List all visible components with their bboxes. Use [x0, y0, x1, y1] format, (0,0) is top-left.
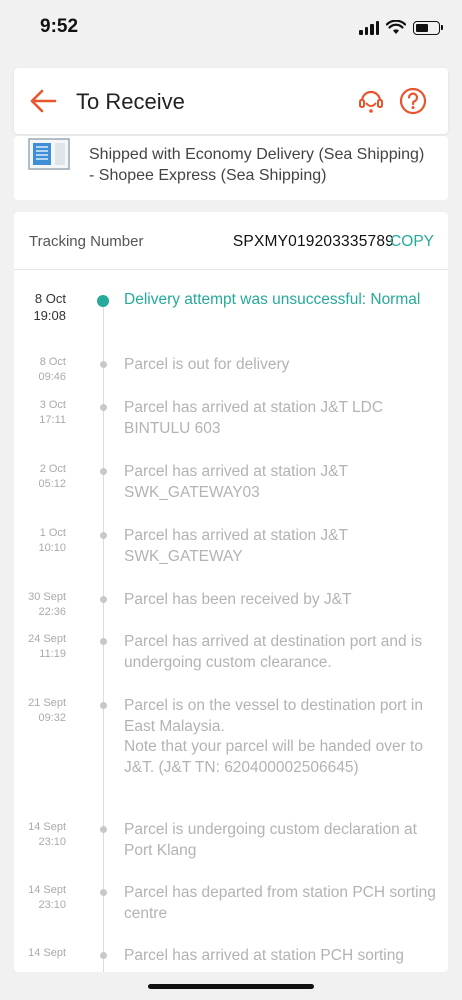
status-time: 9:52: [40, 16, 79, 37]
tracking-timeline: 8 Oct 19:08 Delivery attempt was unsucces…: [14, 270, 448, 972]
tracking-number-value: SPXMY019203335789: [232, 233, 394, 250]
event-date: 8 Oct 19:08: [33, 291, 66, 323]
package-icon: [28, 138, 70, 170]
event-date: 14 Sept: [28, 947, 66, 959]
timeline-dot: [100, 468, 107, 475]
help-icon[interactable]: [398, 86, 428, 116]
event-text: Parcel has arrived at station J&T SWK_GA…: [124, 463, 348, 501]
tracking-card: Tracking Number SPXMY019203335789 COPY 8…: [14, 212, 448, 972]
tracking-number-row: Tracking Number SPXMY019203335789 COPY: [14, 212, 448, 270]
timeline-dot: [100, 596, 107, 603]
event-date: 21 Sept 09:32: [28, 697, 66, 724]
back-arrow-icon[interactable]: [28, 86, 58, 116]
timeline-dot: [100, 952, 107, 959]
event-date: 14 Sept 23:10: [28, 884, 66, 911]
event-date: 30 Sept 22:36: [28, 591, 66, 618]
timeline-dot: [100, 826, 107, 833]
event-text: Parcel has arrived at station PCH sortin…: [124, 947, 404, 964]
event-date: 2 Oct 05:12: [38, 463, 66, 490]
wifi-icon: [386, 20, 406, 34]
timeline-dot: [97, 295, 109, 307]
event-text: Parcel is out for delivery: [124, 356, 290, 373]
timeline-dot: [100, 404, 107, 411]
event-text: Delivery attempt was unsuccessful: Norma…: [124, 291, 421, 308]
event-date: 1 Oct 10:10: [38, 527, 66, 554]
timeline-line: [103, 298, 104, 972]
event-date: 24 Sept 11:19: [28, 633, 66, 660]
event-date: 14 Sept 23:10: [28, 821, 66, 848]
shipping-description: Shipped with Economy Delivery (Sea Shipp…: [89, 146, 425, 184]
timeline-dot: [100, 638, 107, 645]
event-text: Parcel has departed from station PCH sor…: [124, 884, 436, 922]
customer-support-icon[interactable]: [356, 86, 386, 116]
event-date: 8 Oct 09:46: [38, 356, 66, 383]
status-icons: [359, 20, 443, 35]
battery-icon: [413, 20, 443, 35]
timeline-dot: [100, 361, 107, 368]
event-text: Parcel is on the vessel to destination p…: [124, 697, 423, 776]
page-header: To Receive: [14, 68, 448, 134]
timeline-dot: [100, 532, 107, 539]
event-date: 3 Oct 17:11: [39, 399, 66, 426]
home-indicator[interactable]: [148, 984, 314, 989]
timeline-dot: [100, 889, 107, 896]
event-text: Parcel has been received by J&T: [124, 591, 352, 608]
event-text: Parcel has arrived at station J&T LDC BI…: [124, 399, 384, 437]
tracking-number-label: Tracking Number: [29, 233, 144, 250]
shipping-info: Shipped with Economy Delivery (Sea Shipp…: [14, 136, 448, 200]
event-text: Parcel has arrived at station J&T SWK_GA…: [124, 527, 348, 565]
page-title: To Receive: [76, 89, 185, 114]
event-text: Parcel has arrived at destination port a…: [124, 633, 423, 671]
event-text: Parcel is undergoing custom declaration …: [124, 821, 417, 859]
timeline-dot: [100, 702, 107, 709]
status-bar: 9:52: [0, 0, 462, 60]
cellular-signal-icon: [359, 20, 379, 35]
copy-button[interactable]: COPY: [390, 233, 434, 251]
